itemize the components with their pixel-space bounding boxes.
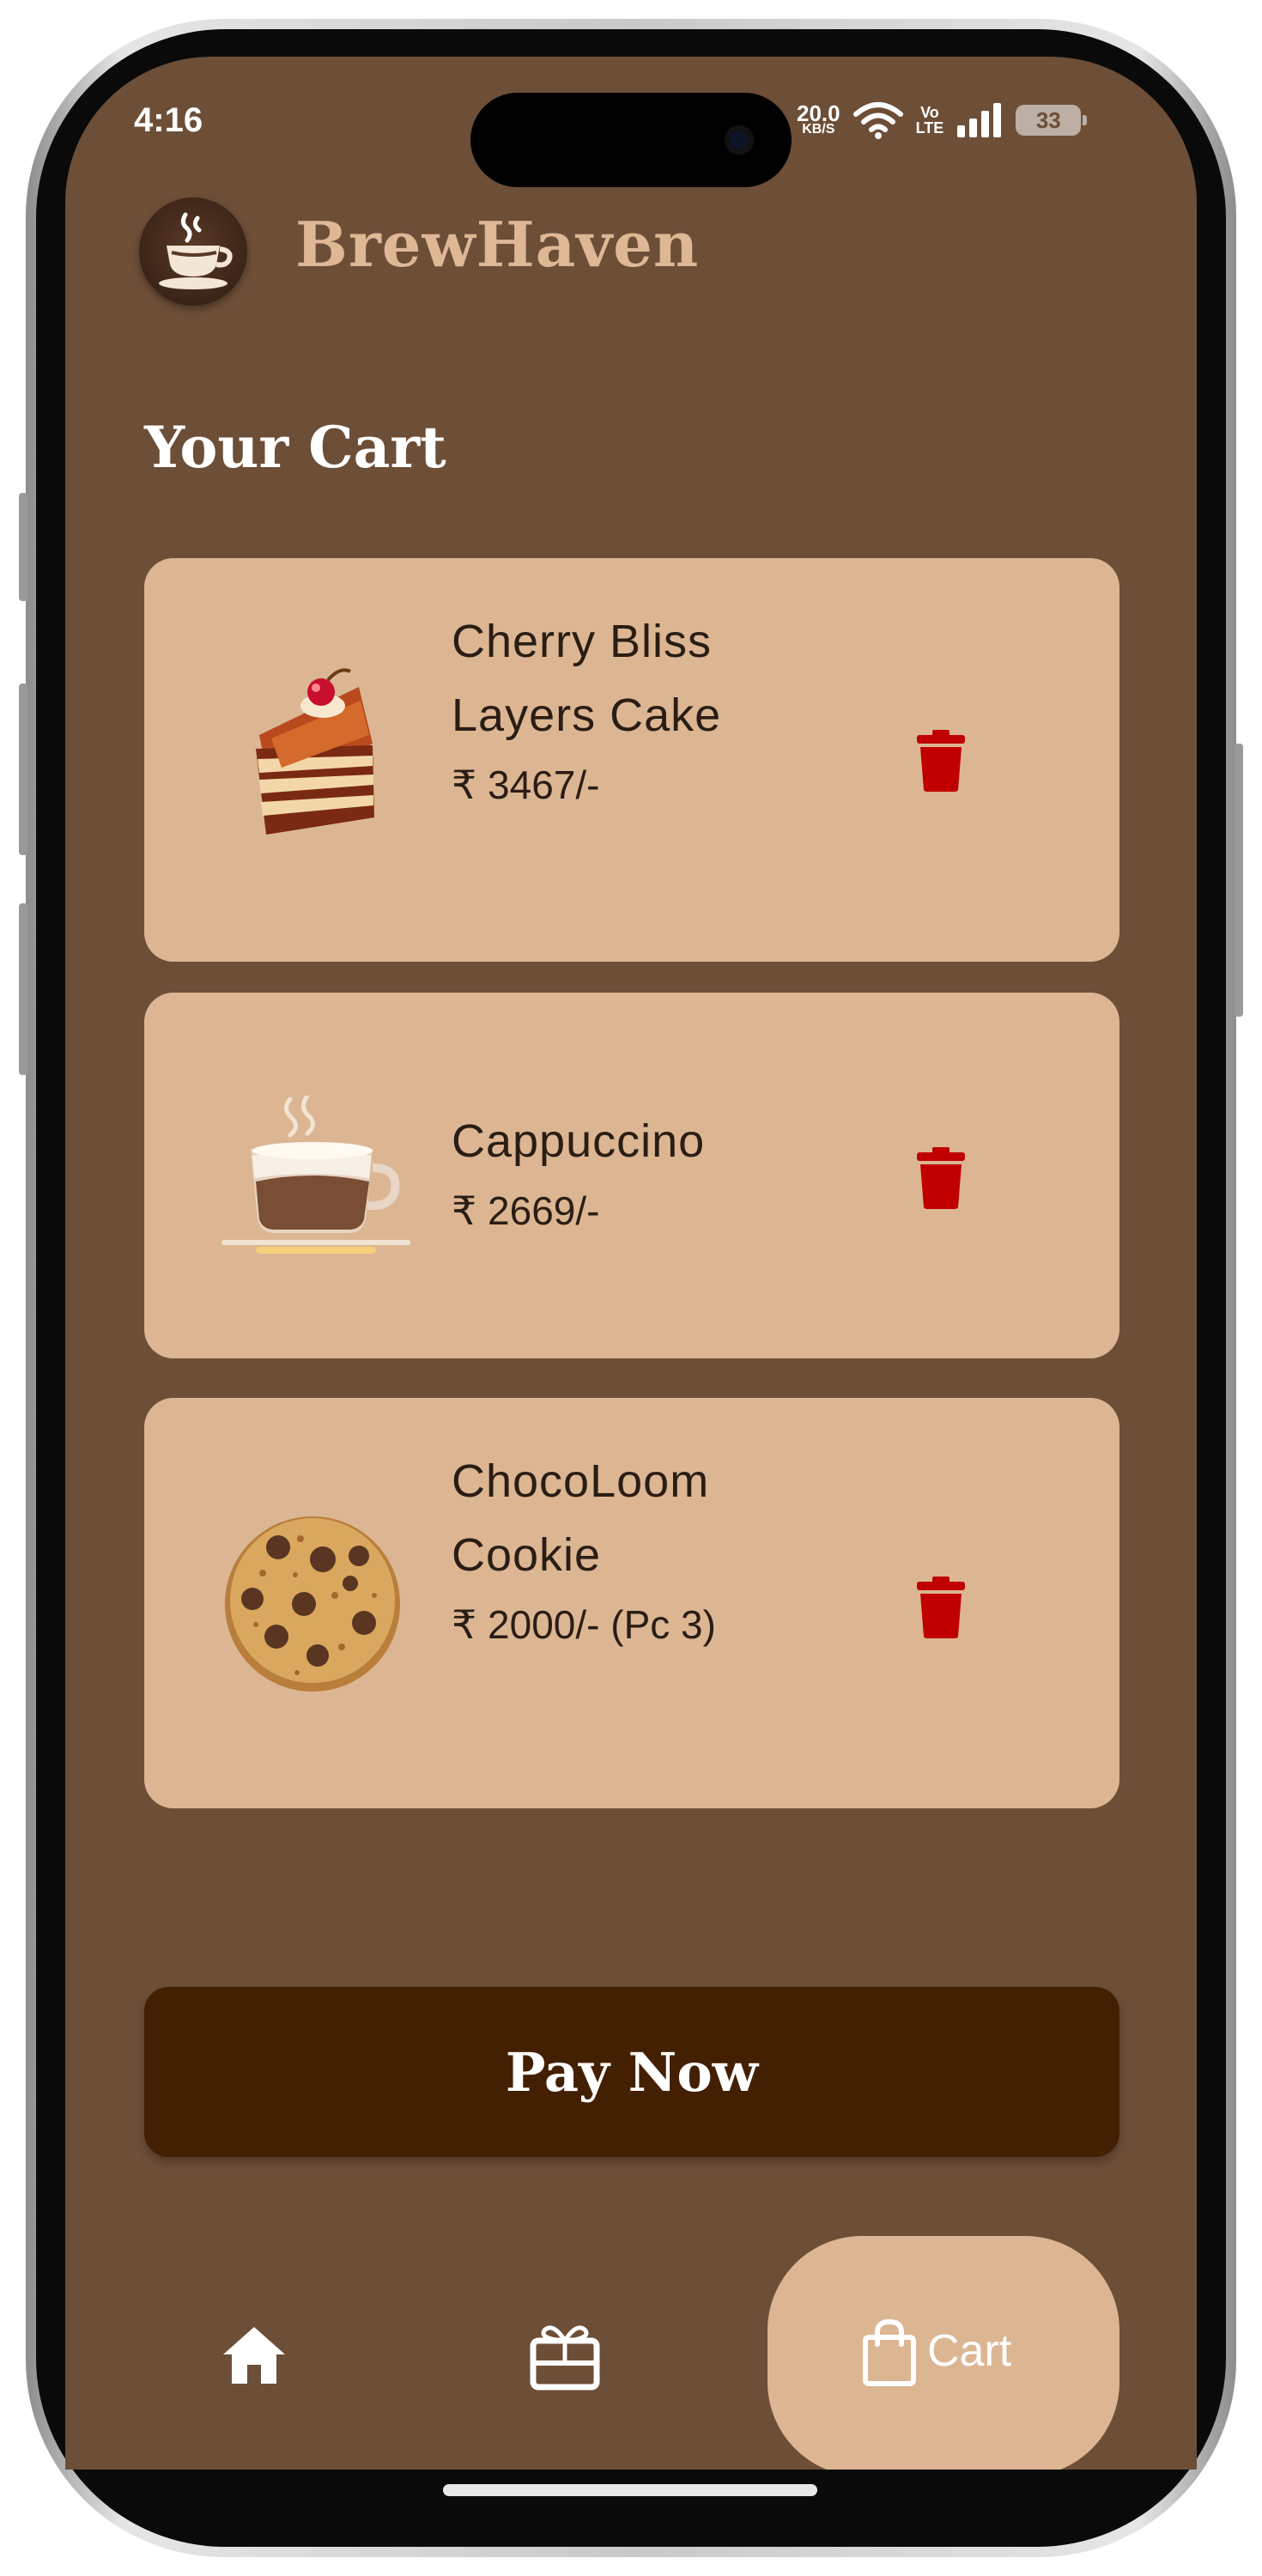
trash-icon <box>917 730 965 792</box>
signal-icon <box>957 103 1002 137</box>
volume-down-button <box>19 903 27 1075</box>
cart-item-price: ₹ 2669/- <box>452 1188 600 1233</box>
home-indicator[interactable] <box>443 2484 817 2496</box>
cart-item-price: ₹ 2000/- (Pc 3) <box>452 1602 716 1647</box>
nav-cart-label: Cart <box>927 2326 1012 2376</box>
trash-icon <box>917 1577 965 1638</box>
cart-item-name: Cherry Bliss Layers Cake <box>452 605 812 752</box>
volte-bottom-label: LTE <box>915 119 944 137</box>
cart-item-info: Cherry Bliss Layers Cake ₹ 3467/- <box>452 605 812 817</box>
cart-item-info: ChocoLoom Cookie ₹ 2000/- (Pc 3) <box>452 1444 812 1657</box>
battery-indicator: 33 <box>1016 105 1088 136</box>
coffee-cup-logo-icon <box>139 197 247 306</box>
cart-item-name: ChocoLoom Cookie <box>452 1444 812 1592</box>
action-button <box>19 493 27 601</box>
home-icon <box>223 2327 285 2384</box>
delete-item-button[interactable] <box>917 1577 965 1638</box>
gift-card-icon <box>530 2325 600 2391</box>
cart-item-name-line: Cherry Bliss <box>452 616 713 667</box>
power-button <box>1235 744 1243 1017</box>
app-screen: 4:16 20.0 KB/S Vo LTE 33 BrewHaven Your … <box>65 57 1197 2470</box>
status-icons: 20.0 KB/S Vo LTE 33 <box>797 94 1088 146</box>
cart-item-name-line: Layers Cake <box>452 690 722 741</box>
cart-item-name-line: Cookie <box>452 1529 602 1581</box>
cart-item-card: Cappuccino ₹ 2669/- <box>144 993 1119 1358</box>
nav-cart-button[interactable]: Cart <box>768 2236 1119 2470</box>
pay-now-button[interactable]: Pay Now <box>144 1987 1119 2157</box>
cart-item-name: Cappuccino <box>452 1104 812 1178</box>
cart-item-card: ChocoLoom Cookie ₹ 2000/- (Pc 3) <box>144 1398 1119 1808</box>
network-speed-unit: KB/S <box>802 122 835 137</box>
page-title: Your Cart <box>144 414 446 481</box>
cart-item-name-line: Cappuccino <box>452 1115 706 1167</box>
volte-indicator: Vo LTE <box>916 105 944 136</box>
cake-slice-image <box>221 666 410 855</box>
delete-item-button[interactable] <box>917 730 965 792</box>
volte-top-label: Vo <box>920 104 939 121</box>
cart-item-card: Cherry Bliss Layers Cake ₹ 3467/- <box>144 558 1119 962</box>
delete-item-button[interactable] <box>917 1147 965 1209</box>
dynamic-island <box>470 93 792 187</box>
status-time: 4:16 <box>134 101 203 139</box>
nav-rewards-button[interactable] <box>529 2322 601 2391</box>
wifi-icon <box>852 102 903 139</box>
chocolate-chip-cookie-image <box>221 1510 410 1698</box>
front-camera <box>725 125 754 155</box>
nav-home-button[interactable] <box>220 2322 288 2391</box>
trash-icon <box>917 1147 965 1209</box>
volume-up-button <box>19 683 27 855</box>
cappuccino-cup-image <box>221 1093 410 1285</box>
network-speed: 20.0 KB/S <box>797 102 840 137</box>
shopping-bag-icon <box>863 2318 916 2386</box>
cart-item-info: Cappuccino ₹ 2669/- <box>452 1104 812 1243</box>
cart-item-name-line: ChocoLoom <box>452 1455 710 1507</box>
app-title: BrewHaven <box>295 208 700 281</box>
cart-item-price: ₹ 3467/- <box>452 762 600 807</box>
